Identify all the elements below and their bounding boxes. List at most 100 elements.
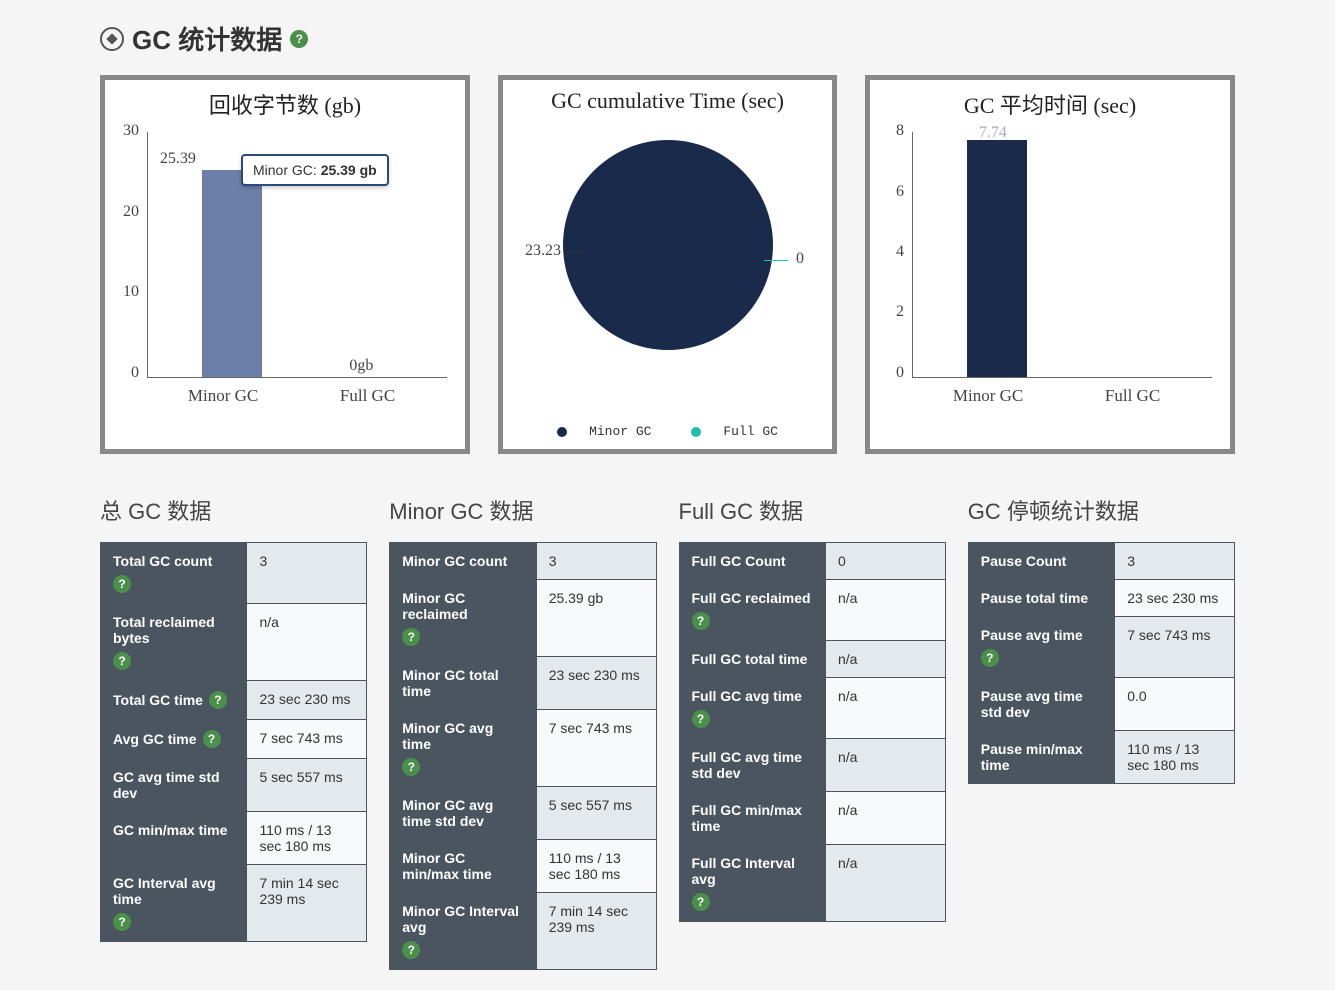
- x-label-minor: Minor GC: [953, 386, 1023, 406]
- pie-label-full: 0: [796, 250, 804, 268]
- pie-wrap: 23.23 0: [511, 120, 824, 420]
- help-icon[interactable]: ?: [402, 758, 420, 776]
- legend-item-full[interactable]: Full GC: [683, 424, 786, 439]
- chart-title: GC cumulative Time (sec): [511, 88, 824, 114]
- row-value: 0.0: [1115, 677, 1235, 730]
- help-icon[interactable]: ?: [402, 941, 420, 959]
- help-icon[interactable]: ?: [290, 30, 308, 48]
- row-key-text: Minor GC reclaimed: [402, 590, 523, 622]
- row-key: Minor GC reclaimed?: [390, 579, 536, 656]
- table-row: Minor GC Interval avg?7 min 14 sec 239 m…: [390, 892, 656, 969]
- row-key: Full GC Count: [679, 542, 825, 579]
- row-key: GC Interval avg time?: [101, 864, 247, 941]
- bar-minor-gc[interactable]: 25.39: [202, 170, 262, 377]
- x-label-full: Full GC: [340, 386, 395, 406]
- row-key: Full GC reclaimed?: [679, 579, 825, 640]
- row-value: 3: [247, 542, 367, 603]
- pie-legend: Minor GC Full GC: [511, 424, 824, 441]
- table-row: Full GC avg time?n/a: [679, 677, 945, 738]
- row-key: Full GC total time: [679, 640, 825, 677]
- table-row: Total reclaimed bytes?n/a: [101, 603, 367, 680]
- row-value: 7 min 14 sec 239 ms: [536, 892, 656, 969]
- row-key-text: Full GC avg time std dev: [692, 749, 813, 781]
- table-row: Minor GC total time 23 sec 230 ms: [390, 656, 656, 709]
- row-key-text: Pause Count: [981, 553, 1067, 569]
- row-key-text: Minor GC Interval avg: [402, 903, 523, 935]
- row-value: 25.39 gb: [536, 579, 656, 656]
- bar-minor-gc[interactable]: 7.74: [967, 140, 1027, 377]
- legend-item-minor[interactable]: Minor GC: [549, 424, 659, 439]
- legend-dot-icon: [557, 427, 567, 437]
- table-row: GC avg time std dev 5 sec 557 ms: [101, 758, 367, 811]
- help-icon[interactable]: ?: [692, 893, 710, 911]
- row-value: 5 sec 557 ms: [536, 786, 656, 839]
- table-row: Minor GC min/max time 110 ms / 13 sec 180…: [390, 839, 656, 892]
- row-value: n/a: [825, 677, 945, 738]
- row-key: Minor GC Interval avg?: [390, 892, 536, 969]
- chart-title: GC 平均时间 (sec): [878, 88, 1222, 120]
- table-row: Pause avg time? 7 sec 743 ms: [968, 616, 1234, 677]
- y-axis: 30 20 10 0: [113, 126, 143, 378]
- charts-row: 回收字节数 (gb) 30 20 10 0 25.39 0gb Minor GC…: [100, 75, 1235, 454]
- table-row: GC Interval avg time?7 min 14 sec 239 ms: [101, 864, 367, 941]
- table-row: Pause avg time std dev 0.0: [968, 677, 1234, 730]
- table-full-gc: Full GC 数据 Full GC Count0Full GC reclaim…: [679, 494, 946, 922]
- row-key-text: Full GC min/max time: [692, 802, 813, 834]
- help-icon[interactable]: ?: [113, 652, 131, 670]
- row-value: 110 ms / 13 sec 180 ms: [536, 839, 656, 892]
- row-value: 23 sec 230 ms: [536, 656, 656, 709]
- row-value: 23 sec 230 ms: [1115, 579, 1235, 616]
- row-value: 7 sec 743 ms: [536, 709, 656, 786]
- row-value: 110 ms / 13 sec 180 ms: [1115, 730, 1235, 783]
- row-value: 3: [1115, 542, 1235, 579]
- help-icon[interactable]: ?: [113, 575, 131, 593]
- compass-icon: [100, 27, 124, 51]
- row-key-text: Pause min/max time: [981, 741, 1102, 773]
- row-value: 7 sec 743 ms: [1115, 616, 1235, 677]
- chart-reclaimed-bytes: 回收字节数 (gb) 30 20 10 0 25.39 0gb Minor GC…: [100, 75, 470, 454]
- table-row: Full GC avg time std devn/a: [679, 738, 945, 791]
- row-value: n/a: [825, 579, 945, 640]
- row-key-text: Full GC Count: [692, 553, 786, 569]
- table-row: Full GC Interval avg?n/a: [679, 844, 945, 921]
- row-key-text: Total GC count: [113, 553, 212, 569]
- help-icon[interactable]: ?: [402, 628, 420, 646]
- row-key: Pause avg time std dev: [968, 677, 1114, 730]
- row-key: Minor GC min/max time: [390, 839, 536, 892]
- table-row: Total GC time?23 sec 230 ms: [101, 680, 367, 719]
- chart-plot-area: 8 6 4 2 0 7.74 Minor GC Full GC: [878, 126, 1222, 406]
- help-icon[interactable]: ?: [113, 913, 131, 931]
- table-row: GC min/max time 110 ms / 13 sec 180 ms: [101, 811, 367, 864]
- row-value: 5 sec 557 ms: [247, 758, 367, 811]
- table-title: Full GC 数据: [679, 494, 946, 526]
- row-key-text: Pause avg time std dev: [981, 688, 1102, 720]
- table-row: Pause total time23 sec 230 ms: [968, 579, 1234, 616]
- row-key: Minor GC avg time?: [390, 709, 536, 786]
- row-key-text: GC min/max time: [113, 822, 227, 838]
- x-label-minor: Minor GC: [188, 386, 258, 406]
- row-value: 110 ms / 13 sec 180 ms: [247, 811, 367, 864]
- row-key-text: Full GC reclaimed: [692, 590, 811, 606]
- row-key-text: Minor GC min/max time: [402, 850, 523, 882]
- row-key: Total GC count?: [101, 542, 247, 603]
- row-key: Minor GC avg time std dev: [390, 786, 536, 839]
- help-icon[interactable]: ?: [203, 730, 221, 748]
- row-key: Total reclaimed bytes?: [101, 603, 247, 680]
- help-icon[interactable]: ?: [692, 710, 710, 728]
- table-row: Minor GC count3: [390, 542, 656, 579]
- help-icon[interactable]: ?: [692, 612, 710, 630]
- help-icon[interactable]: ?: [209, 691, 227, 709]
- table-row: Full GC Count0: [679, 542, 945, 579]
- help-icon[interactable]: ?: [981, 649, 999, 667]
- chart-avg-time: GC 平均时间 (sec) 8 6 4 2 0 7.74 Minor GC Fu…: [865, 75, 1235, 454]
- row-value: 7 sec 743 ms: [247, 719, 367, 758]
- row-key-text: GC avg time std dev: [113, 769, 234, 801]
- row-key-text: Total GC time: [113, 692, 203, 708]
- row-key-text: Minor GC total time: [402, 667, 523, 699]
- row-key-text: Total reclaimed bytes: [113, 614, 234, 646]
- row-key-text: Minor GC avg time std dev: [402, 797, 523, 829]
- data-table: Total GC count?3Total reclaimed bytes?n/…: [100, 542, 367, 942]
- row-key-text: Pause avg time: [981, 627, 1083, 643]
- data-table: Full GC Count0Full GC reclaimed?n/aFull …: [679, 542, 946, 922]
- pie-slice-minor-gc[interactable]: [563, 140, 773, 350]
